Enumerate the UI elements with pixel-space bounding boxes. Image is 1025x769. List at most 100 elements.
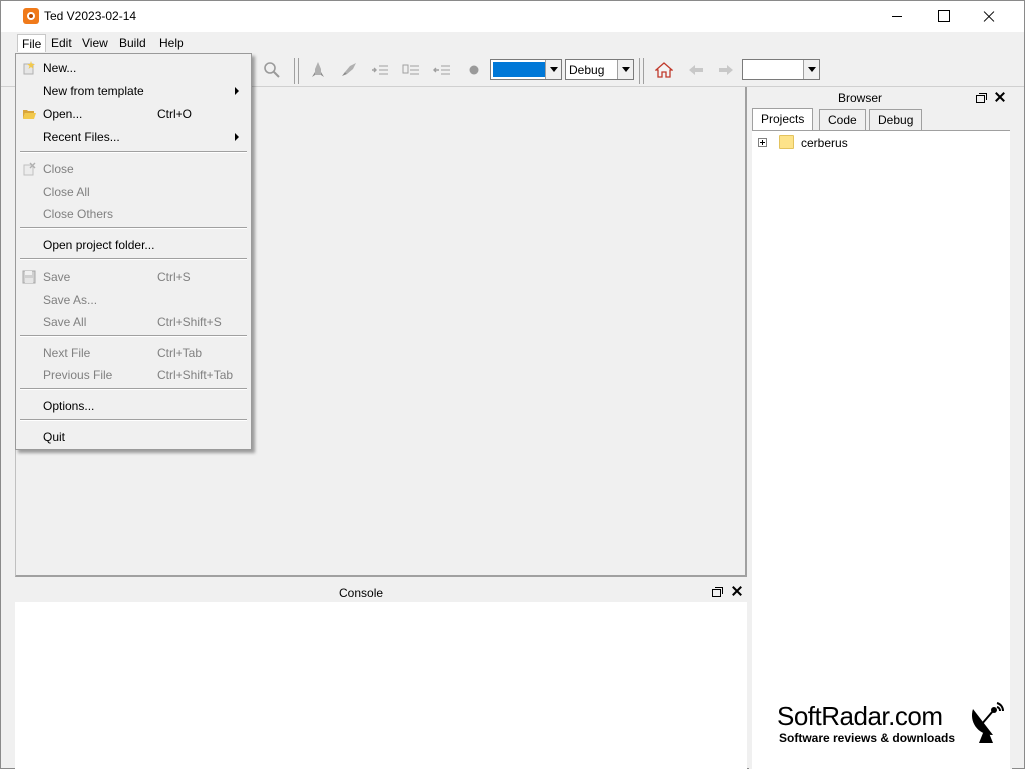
title-bar: Ted V2023-02-14 xyxy=(1,1,1024,32)
new-file-icon xyxy=(22,61,36,75)
rocket-launch-icon[interactable] xyxy=(340,61,358,79)
menu-separator xyxy=(20,335,247,337)
browser-panel: Browser Projects Code Debug cerberus xyxy=(749,87,1012,769)
chevron-down-icon xyxy=(803,60,819,79)
console-panel: Console xyxy=(15,579,747,769)
tab-debug[interactable]: Debug xyxy=(869,109,923,131)
folder-icon xyxy=(779,135,794,149)
menu-item-new[interactable]: New... xyxy=(16,58,251,78)
indent-block-icon[interactable] xyxy=(402,61,420,79)
home-icon[interactable] xyxy=(654,61,674,79)
menu-help[interactable]: Help xyxy=(155,34,188,52)
menu-item-label: Options... xyxy=(43,399,95,413)
save-icon xyxy=(22,270,36,284)
build-config-value: Debug xyxy=(569,63,605,77)
outdent-icon[interactable] xyxy=(433,61,451,79)
browser-title: Browser xyxy=(838,91,883,105)
target-select[interactable] xyxy=(742,59,820,80)
menu-item-label: New from template xyxy=(43,84,144,98)
file-menu-dropdown: New... New from template Open... Ctrl+O … xyxy=(15,53,252,450)
menu-item-label: Next File xyxy=(43,346,91,360)
menu-item-save-as[interactable]: Save As... xyxy=(16,290,251,310)
float-panel-icon[interactable] xyxy=(712,587,723,597)
menu-item-label: Open project folder... xyxy=(43,238,155,252)
menu-item-label: Close xyxy=(43,162,74,176)
menu-item-close[interactable]: Close xyxy=(16,159,251,179)
menu-item-label: Save All xyxy=(43,315,87,329)
menu-separator xyxy=(20,388,247,390)
menu-item-label: Open... xyxy=(43,107,83,121)
toolbar-separator xyxy=(294,58,299,84)
record-dot-icon[interactable] xyxy=(465,61,483,79)
app-window: Ted V2023-02-14 File Edit View Build Hel… xyxy=(0,0,1025,769)
menu-item-shortcut: Ctrl+Shift+Tab xyxy=(157,368,234,382)
menu-item-label: Close All xyxy=(43,185,90,199)
chevron-down-icon xyxy=(617,60,633,79)
menu-item-label: Previous File xyxy=(43,368,113,382)
minimize-button[interactable] xyxy=(874,1,920,32)
submenu-arrow-icon xyxy=(235,87,239,95)
menu-bar: File Edit View Build Help xyxy=(1,32,1024,53)
open-folder-icon xyxy=(22,107,36,121)
forward-arrow-icon[interactable] xyxy=(717,61,735,79)
console-title: Console xyxy=(339,586,384,600)
menu-item-open-project-folder[interactable]: Open project folder... xyxy=(16,235,251,255)
menu-item-shortcut: Ctrl+O xyxy=(157,107,193,121)
menu-item-save[interactable]: Save Ctrl+S xyxy=(16,267,251,287)
menu-item-shortcut: Ctrl+S xyxy=(157,270,191,284)
menu-separator xyxy=(20,258,247,260)
satellite-dish-icon xyxy=(967,701,1007,745)
app-logo-icon xyxy=(23,8,39,24)
tree-item[interactable]: cerberus xyxy=(752,131,1010,153)
browser-tabs: Projects Code Debug xyxy=(752,108,1008,131)
menu-file[interactable]: File xyxy=(17,34,47,52)
tab-projects[interactable]: Projects xyxy=(752,108,814,131)
menu-item-label: Recent Files... xyxy=(43,130,120,144)
menu-separator xyxy=(20,419,247,421)
watermark-title: SoftRadar.com xyxy=(777,701,943,731)
watermark-subtitle: Software reviews & downloads xyxy=(779,731,956,745)
menu-item-new-from-template[interactable]: New from template xyxy=(16,81,251,101)
back-arrow-icon[interactable] xyxy=(687,61,705,79)
menu-item-close-all[interactable]: Close All xyxy=(16,182,251,202)
menu-build[interactable]: Build xyxy=(115,34,150,52)
indent-icon[interactable] xyxy=(371,61,389,79)
menu-item-shortcut: Ctrl+Tab xyxy=(157,346,203,360)
color-swatch xyxy=(493,62,545,77)
close-window-button[interactable] xyxy=(966,1,1012,32)
window-title: Ted V2023-02-14 xyxy=(44,9,137,23)
expand-plus-icon[interactable] xyxy=(758,138,767,147)
menu-item-options[interactable]: Options... xyxy=(16,396,251,416)
close-file-icon xyxy=(22,162,36,176)
rocket-icon[interactable] xyxy=(309,61,327,79)
tab-code[interactable]: Code xyxy=(819,109,866,131)
menu-item-save-all[interactable]: Save All Ctrl+Shift+S xyxy=(16,312,251,332)
menu-item-label: Save xyxy=(43,270,71,284)
tree-item-label: cerberus xyxy=(801,136,848,150)
menu-view[interactable]: View xyxy=(78,34,112,52)
menu-item-shortcut: Ctrl+Shift+S xyxy=(157,315,222,329)
close-panel-icon[interactable] xyxy=(995,92,1005,102)
menu-item-recent-files[interactable]: Recent Files... xyxy=(16,127,251,147)
search-icon[interactable] xyxy=(263,61,281,79)
menu-item-quit[interactable]: Quit xyxy=(16,427,251,447)
menu-item-open[interactable]: Open... Ctrl+O xyxy=(16,104,251,124)
menu-item-label: Close Others xyxy=(43,207,114,221)
maximize-button[interactable] xyxy=(920,1,966,32)
console-output[interactable] xyxy=(15,602,747,769)
menu-item-previous-file[interactable]: Previous File Ctrl+Shift+Tab xyxy=(16,365,251,385)
menu-item-close-others[interactable]: Close Others xyxy=(16,204,251,224)
menu-item-label: New... xyxy=(43,61,77,75)
menu-item-next-file[interactable]: Next File Ctrl+Tab xyxy=(16,343,251,363)
menu-edit[interactable]: Edit xyxy=(47,34,76,52)
close-panel-icon[interactable] xyxy=(732,586,742,596)
chevron-down-icon xyxy=(545,60,561,79)
toolbar-separator xyxy=(639,58,644,84)
float-panel-icon[interactable] xyxy=(976,93,987,103)
menu-separator xyxy=(20,151,247,153)
menu-item-label: Quit xyxy=(43,430,66,444)
project-tree: cerberus xyxy=(752,130,1010,769)
build-config-select[interactable]: Debug xyxy=(565,59,634,80)
menu-item-label: Save As... xyxy=(43,293,98,307)
color-combo[interactable] xyxy=(490,59,562,80)
